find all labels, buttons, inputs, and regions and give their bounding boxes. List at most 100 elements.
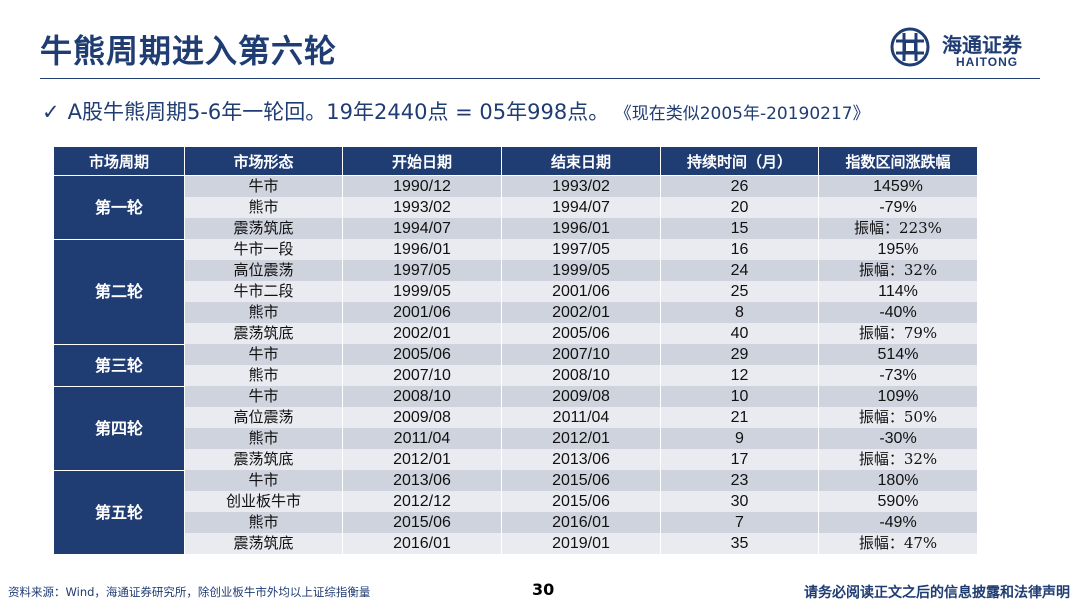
cycle-round-label: 第三轮 — [53, 344, 185, 387]
index-change-cell: 180% — [818, 470, 978, 491]
start-date-cell: 2005/06 — [342, 344, 502, 365]
duration-months-cell: 40 — [660, 323, 819, 344]
duration-months-cell: 16 — [660, 239, 819, 260]
headline: ✓ A股牛熊周期5-6年一轮回。19年2440点 = 05年998点。 《现在类似2… — [42, 96, 870, 126]
duration-months-cell: 24 — [660, 260, 819, 281]
market-phase-cell: 熊市 — [184, 428, 343, 449]
duration-months-cell: 8 — [660, 302, 819, 323]
start-date-cell: 2012/12 — [342, 491, 502, 512]
table-row: 牛市二段 1999/05 2001/06 25 114% — [54, 281, 978, 302]
table-row: 熊市 2007/10 2008/10 12 -73% — [54, 365, 978, 386]
market-phase-cell: 牛市一段 — [184, 239, 343, 260]
end-date-cell: 1999/05 — [501, 260, 661, 281]
index-change-cell: 振幅：79% — [818, 323, 978, 344]
table-row: 创业板牛市 2012/12 2015/06 30 590% — [54, 491, 978, 512]
market-phase-cell: 震荡筑底 — [184, 449, 343, 470]
table-row: 第四轮 牛市 2008/10 2009/08 10 109% — [53, 386, 978, 471]
table-row: 熊市 2011/04 2012/01 9 -30% — [54, 428, 978, 449]
market-phase-cell: 熊市 — [184, 365, 343, 386]
index-change-cell: -49% — [818, 512, 978, 533]
index-change-cell: 振幅：47% — [818, 533, 978, 554]
end-date-cell: 2016/01 — [501, 512, 661, 533]
end-date-cell: 1997/05 — [501, 239, 661, 260]
duration-months-cell: 9 — [660, 428, 819, 449]
index-change-cell: -79% — [818, 197, 978, 218]
table-row: 第一轮 牛市 1990/12 1993/02 26 1459% — [53, 175, 978, 240]
market-phase-cell: 牛市 — [184, 386, 343, 407]
market-phase-cell: 牛市 — [184, 344, 343, 365]
index-change-cell: -30% — [818, 428, 978, 449]
table-row: 第五轮 牛市 2013/06 2015/06 23 180% — [53, 470, 978, 555]
column-header: 指数区间涨跌幅 — [818, 146, 978, 176]
start-date-cell: 1993/02 — [342, 197, 502, 218]
index-change-cell: 振幅：32% — [818, 260, 978, 281]
table-row: 震荡筑底 2002/01 2005/06 40 振幅：79% — [54, 323, 978, 344]
market-phase-cell: 高位震荡 — [184, 407, 343, 428]
haitong-logo-icon — [890, 27, 930, 67]
index-change-cell: 振幅：50% — [818, 407, 978, 428]
market-phase-cell: 震荡筑底 — [184, 323, 343, 344]
duration-months-cell: 21 — [660, 407, 819, 428]
table-row: 震荡筑底 2012/01 2013/06 17 振幅：32% — [54, 449, 978, 470]
duration-months-cell: 29 — [660, 344, 819, 365]
bull-bear-cycle-table: 市场周期 市场形态 开始日期 结束日期 持续时间（月） 指数区间涨跌幅 第一轮 牛市 1990… — [53, 146, 978, 555]
column-header: 持续时间（月） — [660, 146, 819, 176]
end-date-cell: 2015/06 — [501, 491, 661, 512]
market-phase-cell: 震荡筑底 — [184, 218, 343, 239]
start-date-cell: 2007/10 — [342, 365, 502, 386]
end-date-cell: 2013/06 — [501, 449, 661, 470]
index-change-cell: 振幅：223% — [818, 218, 978, 239]
duration-months-cell: 25 — [660, 281, 819, 302]
duration-months-cell: 12 — [660, 365, 819, 386]
duration-months-cell: 30 — [660, 491, 819, 512]
cycle-round-label: 第五轮 — [53, 470, 185, 555]
start-date-cell: 2011/04 — [342, 428, 502, 449]
end-date-cell: 2011/04 — [501, 407, 661, 428]
table-row: 高位震荡 2009/08 2011/04 21 振幅：50% — [54, 407, 978, 428]
start-date-cell: 2002/01 — [342, 323, 502, 344]
legal-disclaimer: 请务必阅读正文之后的信息披露和法律声明 — [804, 585, 1070, 601]
start-date-cell: 1994/07 — [342, 218, 502, 239]
end-date-cell: 2008/10 — [501, 365, 661, 386]
market-phase-cell: 震荡筑底 — [184, 533, 343, 554]
duration-months-cell: 7 — [660, 512, 819, 533]
index-change-cell: 114% — [818, 281, 978, 302]
market-phase-cell: 熊市 — [184, 302, 343, 323]
end-date-cell: 1993/02 — [501, 175, 661, 197]
market-phase-cell: 熊市 — [184, 512, 343, 533]
start-date-cell: 2016/01 — [342, 533, 502, 554]
index-change-cell: 514% — [818, 344, 978, 365]
market-phase-cell: 创业板牛市 — [184, 491, 343, 512]
start-date-cell: 2009/08 — [342, 407, 502, 428]
table-row: 高位震荡 1997/05 1999/05 24 振幅：32% — [54, 260, 978, 281]
end-date-cell: 2001/06 — [501, 281, 661, 302]
start-date-cell: 2012/01 — [342, 449, 502, 470]
table-row: 熊市 2015/06 2016/01 7 -49% — [54, 512, 978, 533]
slide-title: 牛熊周期进入第六轮 — [40, 32, 338, 70]
index-change-cell: -73% — [818, 365, 978, 386]
start-date-cell: 1990/12 — [342, 175, 502, 197]
market-phase-cell: 牛市 — [184, 470, 343, 491]
duration-months-cell: 26 — [660, 175, 819, 197]
market-phase-cell: 高位震荡 — [184, 260, 343, 281]
start-date-cell: 2008/10 — [342, 386, 502, 407]
market-phase-cell: 牛市二段 — [184, 281, 343, 302]
start-date-cell: 1999/05 — [342, 281, 502, 302]
end-date-cell: 2007/10 — [501, 344, 661, 365]
start-date-cell: 2013/06 — [342, 470, 502, 491]
headline-text: A股牛熊周期5-6年一轮回。19年2440点 = 05年998点。 — [67, 100, 610, 124]
table-row: 熊市 1993/02 1994/07 20 -79% — [54, 197, 978, 218]
haitong-logo: 海通证券 HAITONG — [890, 27, 1050, 72]
duration-months-cell: 17 — [660, 449, 819, 470]
duration-months-cell: 10 — [660, 386, 819, 407]
market-phase-cell: 牛市 — [184, 175, 343, 197]
duration-months-cell: 15 — [660, 218, 819, 239]
cycle-round-label: 第一轮 — [53, 175, 185, 240]
end-date-cell: 1994/07 — [501, 197, 661, 218]
cycle-round-label: 第二轮 — [53, 239, 185, 345]
index-change-cell: 振幅：32% — [818, 449, 978, 470]
end-date-cell: 1996/01 — [501, 218, 661, 239]
duration-months-cell: 23 — [660, 470, 819, 491]
end-date-cell: 2012/01 — [501, 428, 661, 449]
table-row: 第三轮 牛市 2005/06 2007/10 29 514% — [53, 344, 978, 387]
